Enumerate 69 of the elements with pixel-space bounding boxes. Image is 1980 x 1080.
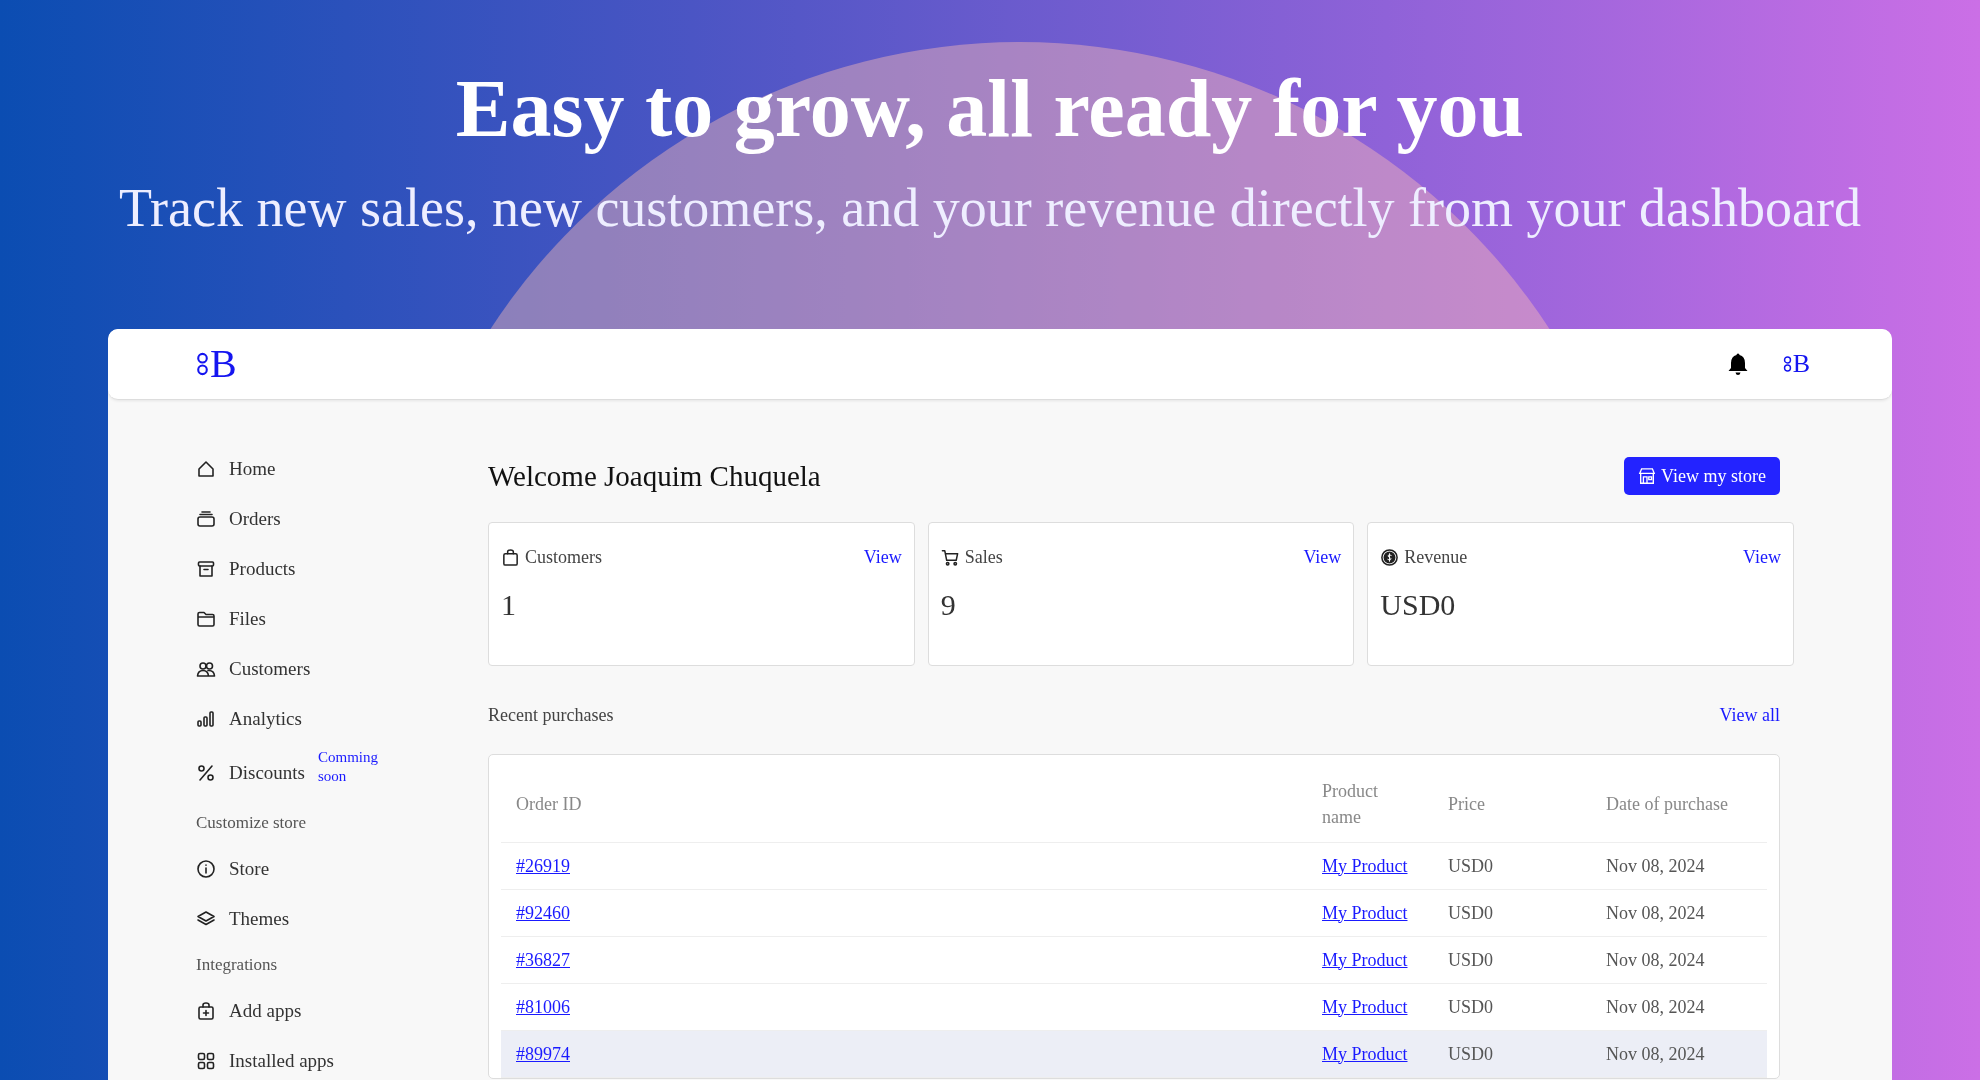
date-cell: Nov 08, 2024	[1591, 983, 1767, 1031]
sidebar-item[interactable]: Themes	[229, 908, 290, 930]
price-cell: USD0	[1433, 1030, 1591, 1078]
sidebar-item[interactable]: Home	[229, 458, 276, 480]
sidebar-item[interactable]: Discounts	[229, 762, 305, 784]
coming-soon-label: Comming soon	[318, 747, 379, 786]
folder-icon	[196, 609, 216, 629]
date-cell: Nov 08, 2024	[1591, 842, 1767, 890]
subheadline: Track new sales, new customers, and your revenue directly from your dashboard	[119, 177, 1861, 241]
archive-box-icon	[196, 559, 216, 579]
view-link[interactable]: View	[1303, 547, 1342, 568]
column-header: Product name	[1307, 767, 1433, 843]
grid-icon	[196, 1051, 216, 1071]
bar-chart-icon	[196, 709, 216, 729]
stat-label: Customers	[525, 547, 602, 568]
price-cell: USD0	[1433, 842, 1591, 890]
date-cell: Nov 08, 2024	[1591, 1030, 1767, 1078]
view-store-button[interactable]: View my store	[1624, 457, 1780, 495]
bag-icon	[501, 548, 520, 567]
sidebar-item[interactable]: Analytics	[229, 708, 302, 730]
product-link[interactable]: My Product	[1322, 949, 1408, 970]
view-all-link[interactable]: View all	[1719, 704, 1780, 726]
product-link[interactable]: My Product	[1322, 996, 1408, 1017]
stack-icon	[196, 509, 216, 529]
column-header: Order ID	[501, 767, 1307, 843]
sidebar-item[interactable]: Store	[229, 858, 270, 880]
sidebar-item[interactable]: Orders	[229, 508, 281, 530]
view-link[interactable]: View	[1743, 547, 1781, 568]
logo: B	[196, 344, 237, 384]
sidebar-item[interactable]: Customers	[229, 658, 311, 680]
percent-icon	[196, 763, 216, 783]
storefront-icon	[1638, 467, 1657, 485]
stat-label: Revenue	[1404, 547, 1468, 568]
home-icon	[196, 459, 216, 479]
sidebar-item[interactable]: Products	[229, 558, 296, 580]
sidebar-item[interactable]: Files	[229, 608, 266, 630]
bag-plus-icon	[196, 1001, 216, 1021]
welcome-heading: Welcome Joaquim Chuquela	[488, 459, 821, 493]
view-link[interactable]: View	[863, 547, 902, 568]
column-header: Price	[1433, 767, 1591, 843]
order-link[interactable]: #36827	[516, 949, 570, 970]
dollar-coin-icon	[1380, 548, 1400, 567]
cart-icon	[940, 548, 960, 567]
section-heading: Integrations	[196, 955, 278, 975]
product-link[interactable]: My Product	[1322, 855, 1408, 876]
price-cell: USD0	[1433, 983, 1591, 1031]
product-link[interactable]: My Product	[1322, 902, 1408, 923]
sidebar-item[interactable]: Installed apps	[229, 1050, 334, 1072]
column-header: Date of purchase	[1591, 767, 1767, 843]
date-cell: Nov 08, 2024	[1591, 889, 1767, 937]
order-link[interactable]: #92460	[516, 902, 570, 923]
order-link[interactable]: #81006	[516, 996, 570, 1017]
stat-value: USD0	[1380, 588, 1456, 622]
stat-label: Sales	[964, 547, 1003, 568]
info-icon	[196, 859, 216, 879]
order-link[interactable]: #26919	[516, 855, 570, 876]
price-cell: USD0	[1433, 936, 1591, 984]
stat-value: 9	[940, 588, 956, 622]
sidebar-item[interactable]: Add apps	[229, 1000, 302, 1022]
order-link[interactable]: #89974	[516, 1043, 570, 1064]
people-icon	[196, 659, 216, 679]
stat-value: 1	[501, 588, 516, 622]
bell-icon[interactable]	[1726, 352, 1749, 376]
product-link[interactable]: My Product	[1322, 1043, 1408, 1064]
date-cell: Nov 08, 2024	[1591, 936, 1767, 984]
section-heading: Customize store	[196, 813, 306, 833]
headline: Easy to grow, all ready for you	[455, 64, 1525, 155]
section-title: Recent purchases	[488, 704, 614, 726]
price-cell: USD0	[1433, 889, 1591, 937]
